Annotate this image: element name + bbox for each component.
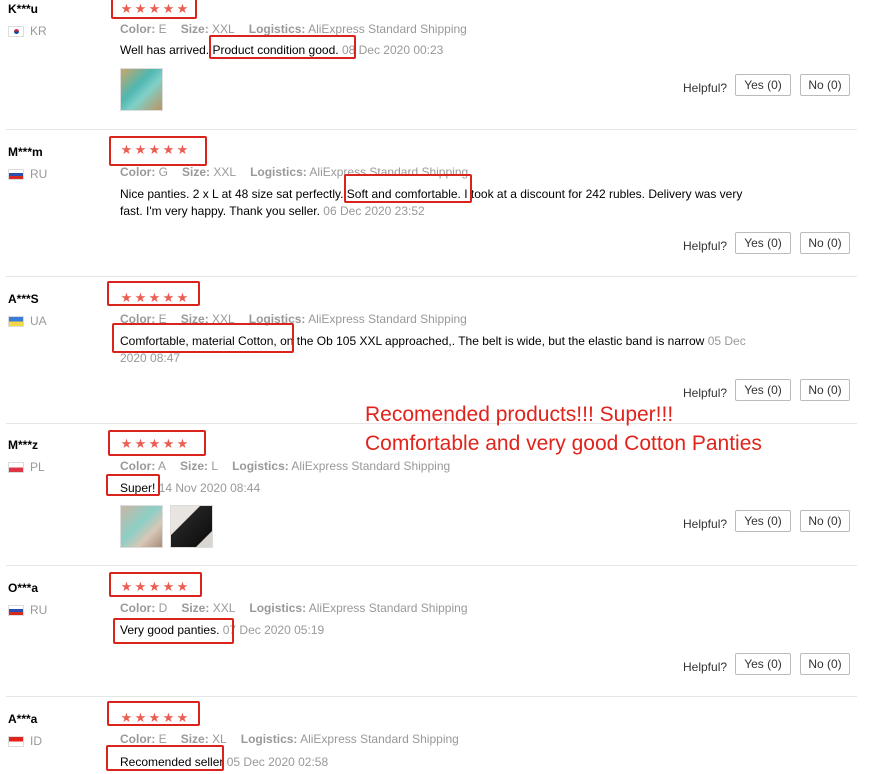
reviewer-name: A***a — [8, 712, 38, 726]
reviewer-country: ID — [8, 734, 42, 748]
helpful-label: Helpful? — [683, 386, 728, 400]
helpful-no-button[interactable]: No (0) — [800, 74, 850, 96]
annotation-box — [209, 35, 356, 59]
annotation-box — [106, 474, 160, 496]
helpful-yes-button[interactable]: Yes (0) — [735, 232, 791, 254]
annotation-text: Comfortable and very good Cotton Panties — [365, 432, 762, 455]
review-meta: Color: A Size: L Logistics: AliExpress Sta… — [120, 459, 451, 473]
helpful-label: Helpful? — [683, 239, 728, 253]
reviewer-country: UA — [8, 314, 47, 328]
review-meta: Color: D Size: XXL Logistics: AliExpress S… — [120, 601, 468, 615]
review-divider — [6, 129, 857, 130]
flag-ua-icon — [8, 315, 24, 327]
annotation-box — [109, 136, 207, 166]
review-meta: Color: E Size: XXL Logistics: AliExpress S… — [120, 22, 467, 36]
helpful-label: Helpful? — [683, 517, 728, 531]
reviewer-name: O***a — [8, 581, 39, 595]
reviewer-name: K***u — [8, 2, 39, 16]
helpful-yes-button[interactable]: Yes (0) — [735, 74, 791, 96]
annotation-box — [111, 0, 197, 19]
review-divider — [6, 696, 857, 697]
annotation-box — [344, 174, 472, 203]
helpful-no-button[interactable]: No (0) — [800, 232, 850, 254]
reviewer-country: PL — [8, 460, 45, 474]
review-photo[interactable] — [170, 505, 213, 548]
reviewer-name: M***m — [8, 145, 43, 159]
review-divider — [6, 276, 857, 277]
helpful-label: Helpful? — [683, 81, 728, 95]
helpful-no-button[interactable]: No (0) — [800, 510, 850, 532]
annotation-box — [107, 281, 200, 306]
annotation-box — [108, 430, 206, 456]
helpful-yes-button[interactable]: Yes (0) — [735, 653, 791, 675]
flag-pl-icon — [8, 461, 24, 473]
helpful-yes-button[interactable]: Yes (0) — [735, 510, 791, 532]
review-photo[interactable] — [120, 505, 163, 548]
annotation-box — [107, 701, 200, 726]
helpful-no-button[interactable]: No (0) — [800, 379, 850, 401]
review-divider — [6, 565, 857, 566]
reviewer-country: RU — [8, 603, 47, 617]
annotation-box — [113, 618, 234, 644]
helpful-yes-button[interactable]: Yes (0) — [735, 379, 791, 401]
helpful-no-button[interactable]: No (0) — [800, 653, 850, 675]
annotation-box — [112, 323, 294, 353]
helpful-label: Helpful? — [683, 660, 728, 674]
reviewer-country: KR — [8, 24, 47, 38]
review-meta: Color: E Size: XL Logistics: AliExpress St… — [120, 732, 459, 746]
annotation-box — [106, 745, 224, 771]
annotation-text: Recomended products!!! Super!!! — [365, 403, 674, 426]
flag-kr-icon — [8, 25, 24, 37]
flag-ru-icon — [8, 168, 24, 180]
reviewer-name: M***z — [8, 438, 39, 452]
review-photo[interactable] — [120, 68, 163, 111]
reviewer-name: A***S — [8, 292, 39, 306]
flag-ru-icon — [8, 604, 24, 616]
annotation-box — [109, 572, 202, 597]
reviewer-country: RU — [8, 167, 47, 181]
flag-id-icon — [8, 735, 24, 747]
